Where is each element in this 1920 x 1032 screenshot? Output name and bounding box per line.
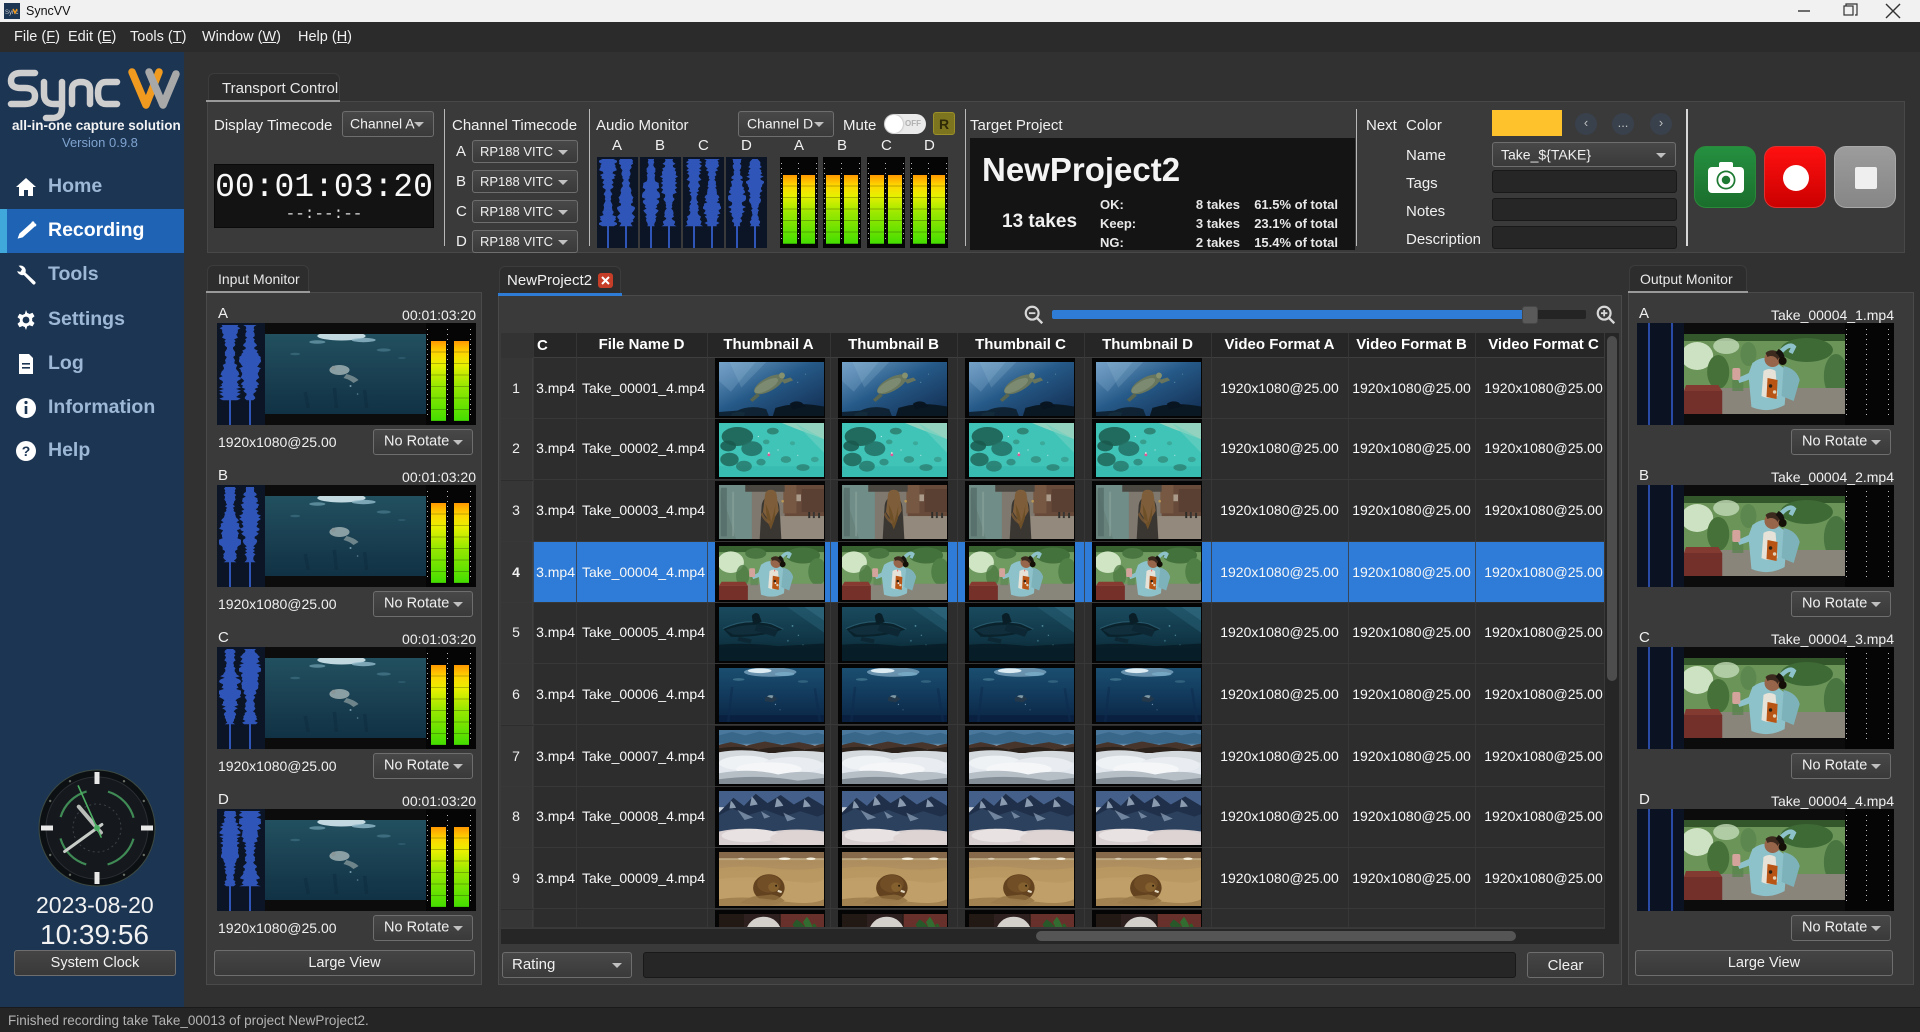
svg-text:?: ? — [22, 443, 31, 459]
